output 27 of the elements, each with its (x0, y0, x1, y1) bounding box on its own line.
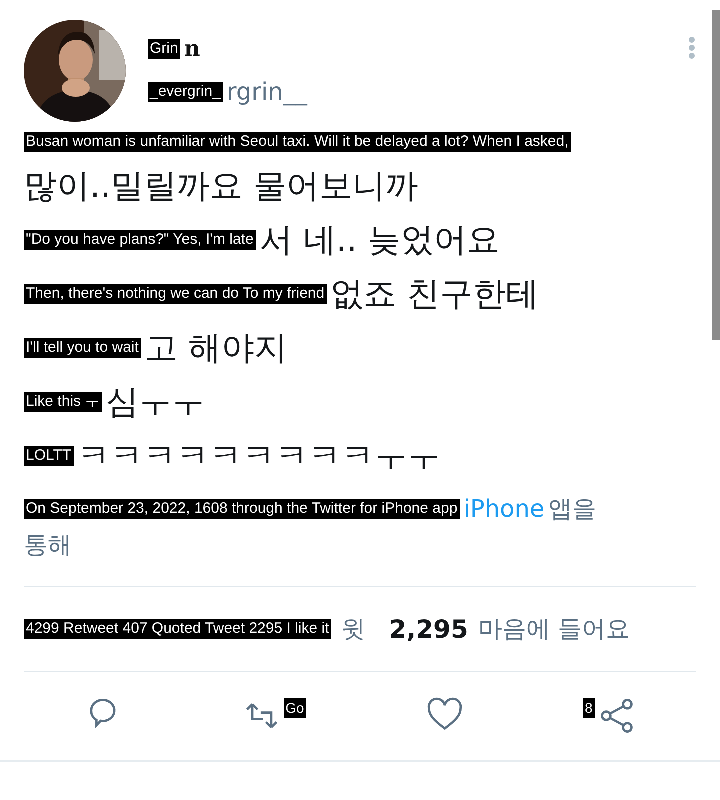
translation-label: Grin (148, 39, 180, 59)
translation-label: "Do you have plans?" Yes, I'm late (24, 230, 256, 250)
translation-label: Then, there's nothing we can do To my friend (24, 284, 327, 304)
user-name: n (184, 36, 200, 62)
tweet-text: ㅋㅋㅋㅋㅋㅋㅋㅋㅋㅜㅜ (78, 436, 441, 476)
translation-label: On September 23, 2022, 1608 through the Twitter for iPhone app (24, 499, 460, 519)
translation-label: Go (284, 698, 306, 718)
translation-label: 8 (583, 698, 595, 718)
translation-label: LOLTT (24, 446, 74, 466)
tweet-timestamp: 앱을 (548, 494, 597, 524)
translation-label: Like this ㅜ (24, 392, 102, 412)
link[interactable]: iPhone (464, 495, 545, 523)
translation-label: 4299 Retweet 407 Quoted Tweet 2295 I like it (24, 619, 332, 639)
tweet-stats: 윗 (341, 614, 366, 645)
tweet-text: 없죠 친구한테 (330, 274, 540, 314)
tweet-text: 많이..밀릴까요 물어보니까 (24, 166, 418, 206)
tweet-text: 고 해야지 (144, 328, 288, 368)
tweet-stats: 마음에 들어요 (478, 614, 630, 645)
translation-label: I'll tell you to wait (24, 338, 141, 358)
translation-label: _evergrin_ (148, 82, 223, 102)
count: 2,295 (389, 614, 468, 644)
scrollbar[interactable] (712, 10, 720, 340)
tweet-text: 서 네.. 늦었어요 (260, 220, 500, 260)
tweet-text: 심ㅜㅜ (106, 382, 206, 422)
tweet-timestamp: 통해 (24, 530, 72, 560)
user-handle: rgrin__ (226, 78, 308, 106)
translation-label: Busan woman is unfamiliar with Seoul taxi. Will it be delayed a lot? When I asked, (24, 132, 571, 152)
